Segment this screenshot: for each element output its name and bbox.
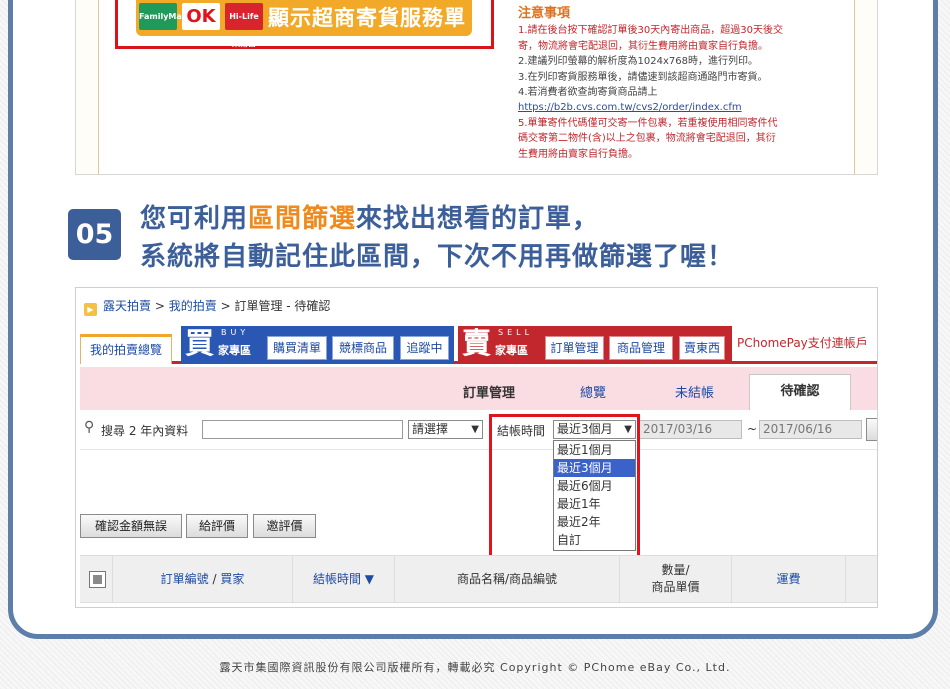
hilife-logo: Hi-Life 萊爾富 xyxy=(225,3,263,48)
tab-order-management[interactable]: 訂單管理 xyxy=(545,336,604,360)
filter-bar: ⚲ 搜尋 2 年內資料 請選擇 ▼ 結帳時間 最近3個月 ▼ 2017/03/16 … xyxy=(80,410,877,450)
seller-zone: 賣 SELL 家專區 訂單管理 商品管理 賣東西 xyxy=(458,326,732,364)
notice-line: 2.建議列印螢幕的解析度為1024x768時，進行列印。 xyxy=(518,56,758,68)
buyer-zone: 買 BUY 家專區 購買清單 競標商品 追蹤中 xyxy=(181,326,454,364)
ok-mart-logo: OK xyxy=(182,3,220,30)
notice-line: 3.在列印寄貨服務單後，請儘速到該超商通路門市寄貨。 xyxy=(518,71,768,83)
cvs-query-link[interactable]: https://b2b.cvs.com.tw/cvs2/order/index.… xyxy=(518,100,818,115)
column-product-name: 商品名稱/商品編號 xyxy=(395,556,620,602)
subtab-title: 訂單管理 xyxy=(463,386,516,401)
notice-title: 注意事項 xyxy=(518,6,571,21)
notice-line: 1.請在後台按下確認訂單後30天內寄出商品，超過30天後交 xyxy=(518,25,783,37)
breadcrumb-link-my-auction[interactable]: 我的拍賣 xyxy=(169,299,217,313)
notice-line: 4.若消費者欲查詢寄貨商品請上 xyxy=(518,87,658,99)
period-option[interactable]: 最近6個月 xyxy=(554,477,635,495)
tab-product-management[interactable]: 商品管理 xyxy=(609,336,673,360)
period-options-list: 最近1個月 最近3個月 最近6個月 最近1年 最近2年 自訂 xyxy=(553,440,636,551)
notice-line: 碼交寄第二物件(含)以上之包裹，物流將會宅配退回，其衍 xyxy=(518,133,776,145)
search-input[interactable] xyxy=(202,420,403,439)
period-option-selected[interactable]: 最近3個月 xyxy=(554,459,635,477)
search-field-select[interactable]: 請選擇 ▼ xyxy=(408,420,483,439)
familymart-logo: FamilyMart xyxy=(139,3,190,30)
tab-purchase-list[interactable]: 購買清單 xyxy=(267,336,327,360)
date-range-separator: ~ xyxy=(747,422,758,436)
arrow-icon: ▶ xyxy=(84,303,97,316)
orders-table-header: 訂單編號 / 買家 結帳時間 ▼ 商品名稱/商品編號 數量/商品單價 運費 xyxy=(80,555,877,603)
tab-sell-item[interactable]: 賣東西 xyxy=(679,336,725,360)
tab-watching[interactable]: 追蹤中 xyxy=(400,336,449,360)
search-label: 搜尋 2 年內資料 xyxy=(101,424,189,438)
print-cvs-slip-button[interactable]: FamilyMart OK Hi-Life 萊爾富 顯示超商寄貨服務單 xyxy=(136,0,472,48)
breadcrumb: ▶ 露天拍賣 > 我的拍賣 > 訂單管理 - 待確認 xyxy=(84,297,330,316)
step-heading-line1: 您可利用區間篩選來找出想看的訂單， xyxy=(140,204,600,234)
search-button[interactable] xyxy=(866,418,877,441)
copyright-footer: 露天市集國際資訊股份有限公司版權所有，轉載必究 Copyright © PCho… xyxy=(219,661,731,674)
breadcrumb-current: 訂單管理 - 待確認 xyxy=(234,299,331,313)
order-management-screenshot: ▶ 露天拍賣 > 我的拍賣 > 訂單管理 - 待確認 我的拍賣總覽 買 BUY 家… xyxy=(75,287,878,608)
tab-my-auction-overview[interactable]: 我的拍賣總覽 xyxy=(80,334,172,364)
confirm-amount-button[interactable]: 確認金額無誤 xyxy=(80,514,182,538)
sort-buyer[interactable]: 買家 xyxy=(220,572,244,586)
sort-order-number[interactable]: 訂單編號 xyxy=(161,572,209,586)
notice-list: 注意事項 1.請在後台按下確認訂單後30天內寄出商品，超過30天後交 寄，物流將… xyxy=(518,6,818,162)
column-shipping[interactable]: 運費 xyxy=(732,556,846,602)
notice-line: 生費用將由賣家自行負擔。 xyxy=(518,148,638,160)
subtab-overview[interactable]: 總覽 xyxy=(580,382,606,401)
request-rating-button[interactable]: 邀評價 xyxy=(253,514,316,538)
step-heading-highlight: 區間篩選 xyxy=(248,204,357,234)
step-number-badge: 05 xyxy=(68,209,121,260)
period-option[interactable]: 最近2年 xyxy=(554,513,635,531)
date-from-input[interactable]: 2017/03/16 xyxy=(639,420,742,439)
tab-pchomepay[interactable]: PChomePay支付連帳戶 xyxy=(737,334,868,351)
seller-zone-logo: 賣 xyxy=(462,326,492,360)
notice-line: 5.單筆寄件代碼僅可交寄一件包裹，若重複使用相同寄件代 xyxy=(518,117,778,129)
period-option[interactable]: 自訂 xyxy=(554,531,635,549)
main-tabs: 我的拍賣總覽 買 BUY 家專區 購買清單 競標商品 追蹤中 賣 SELL 家專… xyxy=(80,326,877,364)
search-icon: ⚲ xyxy=(84,419,95,435)
step-heading-line2: 系統將自動記住此區間，下次不用再做篩選了喔！ xyxy=(140,242,735,272)
select-all-checkbox[interactable] xyxy=(89,571,106,588)
column-order-buyer: 訂單編號 / 買家 xyxy=(113,556,293,602)
date-to-input[interactable]: 2017/06/16 xyxy=(759,420,862,439)
subtab-unsettled[interactable]: 未結帳 xyxy=(675,382,714,401)
tab-bidding-items[interactable]: 競標商品 xyxy=(332,336,394,360)
subtab-bar: 訂單管理 總覽 未結帳 待確認 xyxy=(80,367,877,410)
buyer-zone-logo: 買 xyxy=(185,326,215,360)
notice-line: 寄，物流將會宅配退回，其衍生費用將由賣家自行負擔。 xyxy=(518,40,768,52)
breadcrumb-link-ruten[interactable]: 露天拍賣 xyxy=(103,299,151,313)
period-option[interactable]: 最近1年 xyxy=(554,495,635,513)
period-option[interactable]: 最近1個月 xyxy=(554,441,635,459)
give-rating-button[interactable]: 給評價 xyxy=(186,514,248,538)
column-checkout-time[interactable]: 結帳時間 ▼ xyxy=(293,556,395,602)
chevron-down-icon: ▼ xyxy=(471,424,479,435)
column-qty-price: 數量/商品單價 xyxy=(620,556,732,602)
print-cvs-slip-label: 顯示超商寄貨服務單 xyxy=(268,6,466,30)
subtab-pending-confirmation[interactable]: 待確認 xyxy=(749,374,851,410)
